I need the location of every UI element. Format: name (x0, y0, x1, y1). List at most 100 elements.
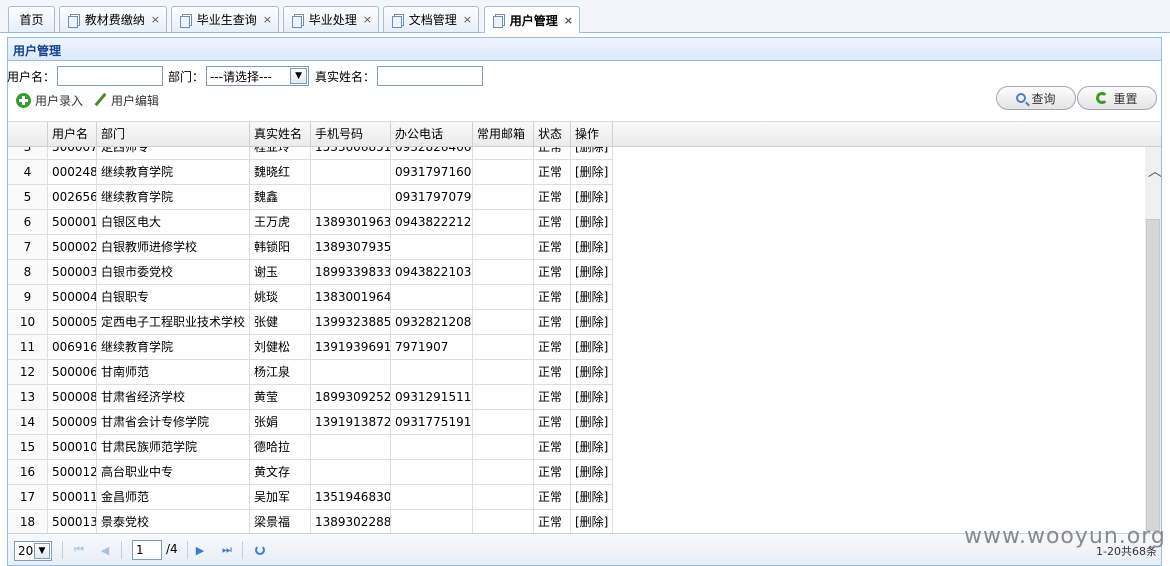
table-row[interactable]: 12 500006 甘南师范 杨江泉 正常 [删除] (8, 360, 613, 385)
delete-link[interactable]: [删除] (571, 435, 613, 459)
tab-graduate-query[interactable]: 毕业生查询 × (171, 6, 279, 32)
delete-link[interactable]: [删除] (571, 385, 613, 409)
table-row[interactable]: 16 500012 高台职业中专 黄文存 正常 [删除] (8, 460, 613, 485)
delete-link[interactable]: [删除] (571, 410, 613, 434)
delete-link[interactable]: [删除] (571, 485, 613, 509)
close-icon[interactable]: × (263, 13, 272, 26)
tab-graduation-processing[interactable]: 毕业处理 × (283, 6, 379, 32)
table-row[interactable]: 10 500005 定西电子工程职业技术学校 张健 13993238853 0932821… (8, 310, 613, 335)
column-header[interactable]: 真实姓名 (250, 122, 311, 146)
realname-input[interactable] (377, 66, 484, 86)
table-row[interactable]: 5 002656 继续教育学院 魏鑫 09317970791 正常 [删除] (8, 185, 613, 210)
chevron-up-icon[interactable]: ︿ (1148, 161, 1161, 181)
table-row[interactable]: 11 006916 继续教育学院 刘健松 13919396916 7971907 正常 [删除… (8, 335, 613, 360)
document-icon (292, 13, 304, 28)
realname-cell: 杨江泉 (250, 360, 311, 384)
edit-user-button[interactable]: 用户编辑 (93, 92, 159, 109)
realname-cell: 张健 (250, 310, 311, 334)
delete-link[interactable]: [删除] (571, 335, 613, 359)
table-row[interactable]: 17 500011 金昌师范 吴加军 13519468306 正常 [删除] (8, 485, 613, 510)
username-cell: 500004 (48, 285, 97, 309)
reset-button[interactable]: 重置 (1077, 86, 1157, 110)
refresh-icon (1096, 92, 1109, 104)
table-row[interactable]: 7 500002 白银教师进修学校 韩锁阳 13893079359 正常 [删除] (8, 235, 613, 260)
delete-link[interactable]: [删除] (571, 360, 613, 384)
table-row[interactable]: 14 500009 甘肃省会计专修学院 张娟 13919138722 0931775191… (8, 410, 613, 435)
delete-link[interactable]: [删除] (571, 260, 613, 284)
realname-label: 真实姓名： (315, 69, 376, 84)
delete-link[interactable]: [删除] (571, 147, 613, 159)
delete-link[interactable]: [删除] (571, 210, 613, 234)
delete-link[interactable]: [删除] (571, 460, 613, 484)
table-row[interactable]: 18 500013 景泰党校 梁景福 13893022887 正常 [删除] (8, 510, 613, 533)
table-row[interactable]: 9 500004 白银职专 姚琰 13830019641 正常 [删除] (8, 285, 613, 310)
department-select[interactable]: ---请选择--- ▼ (206, 66, 310, 86)
column-header[interactable]: 状态 (534, 122, 571, 146)
realname-cell: 黄文存 (250, 460, 311, 484)
table-row[interactable]: 15 500010 甘肃民族师范学院 德哈拉 正常 [删除] (8, 435, 613, 460)
page-size-select[interactable]: 20 ▼ (14, 541, 52, 561)
delete-link[interactable]: [删除] (571, 160, 613, 184)
email-cell (473, 310, 534, 334)
column-header[interactable]: 办公电话 (391, 122, 473, 146)
grid-header: 用户名 部门 真实姓名 手机号码 办公电话 常用邮箱 状态 操作 (8, 122, 1161, 147)
column-header[interactable]: 常用邮箱 (473, 122, 534, 146)
status-cell: 正常 (534, 360, 571, 384)
column-header[interactable]: 操作 (571, 122, 613, 146)
first-page-icon[interactable]: ⏮ (72, 543, 86, 557)
row-number: 8 (8, 260, 48, 284)
tab-document-management[interactable]: 文档管理 × (383, 6, 479, 32)
table-row[interactable]: 13 500008 甘肃省经济学校 黄莹 18993092528 09312915116 正… (8, 385, 613, 410)
column-header[interactable]: 部门 (97, 122, 250, 146)
department-cell: 甘肃民族师范学院 (97, 435, 250, 459)
realname-cell: 刘健松 (250, 335, 311, 359)
close-icon[interactable]: × (363, 13, 372, 26)
status-cell: 正常 (534, 435, 571, 459)
chevron-down-icon: ▼ (34, 543, 50, 559)
close-icon[interactable]: × (151, 13, 160, 26)
next-page-icon[interactable]: ▶ (193, 543, 207, 557)
row-number: 18 (8, 510, 48, 533)
delete-link[interactable]: [删除] (571, 510, 613, 533)
tab-textbook-fee[interactable]: 教材费缴纳 × (59, 6, 167, 32)
separator (242, 541, 243, 559)
table-row[interactable]: 6 500001 白银区电大 王万虎 13893019639 09438222127 正常[… (8, 210, 613, 235)
column-header[interactable]: 用户名 (48, 122, 97, 146)
tab-home[interactable]: 首页 (8, 6, 55, 32)
close-icon[interactable]: × (463, 13, 472, 26)
tab-label: 毕业生查询 (196, 13, 257, 27)
search-button[interactable]: 查询 (996, 86, 1076, 110)
last-page-icon[interactable]: ⏭ (220, 543, 234, 557)
row-number: 15 (8, 435, 48, 459)
close-icon[interactable]: × (564, 14, 573, 27)
delete-link[interactable]: [删除] (571, 185, 613, 209)
reload-button[interactable] (253, 543, 267, 557)
vertical-scrollbar[interactable]: ︿ (1145, 147, 1161, 533)
row-number: 16 (8, 460, 48, 484)
delete-link[interactable]: [删除] (571, 285, 613, 309)
office-phone-cell: 09438221035 (391, 260, 473, 284)
column-header[interactable]: 手机号码 (311, 122, 391, 146)
office-phone-cell: 09317970791 (391, 185, 473, 209)
office-phone-cell: 7971907 (391, 335, 473, 359)
username-input[interactable] (57, 66, 164, 86)
delete-link[interactable]: [删除] (571, 235, 613, 259)
tab-user-management[interactable]: 用户管理 × (484, 6, 580, 33)
scrollbar-thumb[interactable] (1146, 219, 1160, 531)
pencil-icon (93, 93, 107, 107)
department-cell: 甘南师范 (97, 360, 250, 384)
email-cell (473, 210, 534, 234)
office-phone-cell: 09317971607 (391, 160, 473, 184)
previous-page-icon[interactable]: ◀ (98, 543, 112, 557)
delete-link[interactable]: [删除] (571, 310, 613, 334)
tab-label: 首页 (19, 13, 44, 27)
table-row[interactable]: 4 000248 继续教育学院 魏晓红 09317971607 正常 [删除] (8, 160, 613, 185)
add-user-button[interactable]: 用户录入 (16, 92, 83, 109)
current-page-input[interactable]: 1 (132, 540, 162, 560)
table-row[interactable]: 3 500007 定西师专 程亚玲 15336068519 09328264663 正常 [删… (8, 147, 613, 160)
office-phone-cell: 09312915116 (391, 385, 473, 409)
username-cell: 500005 (48, 310, 97, 334)
email-cell (473, 410, 534, 434)
mobile-cell: 13993238853 (311, 310, 391, 334)
table-row[interactable]: 8 500003 白银市委党校 谢玉 18993398332 09438221035 正常[… (8, 260, 613, 285)
